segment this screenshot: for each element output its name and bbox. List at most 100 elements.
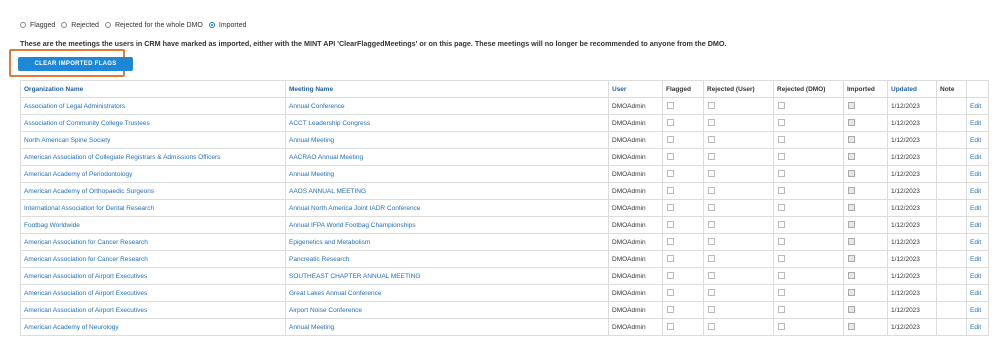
- flagged-checkbox[interactable]: [667, 187, 674, 195]
- meeting-link[interactable]: Annual Meeting: [289, 324, 334, 331]
- flagged-checkbox[interactable]: [667, 238, 674, 246]
- organization-link[interactable]: American Association of Airport Executiv…: [24, 307, 147, 314]
- imported-checkbox[interactable]: [848, 289, 855, 297]
- col-organization-name[interactable]: Organization Name: [20, 80, 286, 98]
- rejected-user-checkbox[interactable]: [708, 289, 715, 297]
- rejected-dmo-checkbox[interactable]: [778, 306, 785, 314]
- flagged-checkbox[interactable]: [667, 272, 674, 280]
- meeting-link[interactable]: Annual Conference: [289, 103, 345, 110]
- rejected-dmo-checkbox[interactable]: [778, 255, 785, 263]
- meeting-link[interactable]: Epigenetics and Metabolism: [289, 239, 370, 246]
- radio-flagged[interactable]: [20, 22, 26, 28]
- organization-link[interactable]: American Association of Airport Executiv…: [24, 290, 147, 297]
- rejected-user-checkbox[interactable]: [708, 221, 715, 229]
- organization-link[interactable]: International Association for Dental Res…: [24, 205, 154, 212]
- meeting-link[interactable]: SOUTHEAST CHAPTER ANNUAL MEETING: [289, 273, 420, 280]
- meeting-link[interactable]: Annual Meeting: [289, 171, 334, 178]
- meeting-link[interactable]: AAOS ANNUAL MEETING: [289, 188, 366, 195]
- imported-checkbox[interactable]: [848, 187, 855, 195]
- meeting-link[interactable]: ACCT Leadership Congress: [289, 120, 370, 127]
- flagged-checkbox[interactable]: [667, 119, 674, 127]
- organization-link[interactable]: Association of Community College Trustee…: [24, 120, 150, 127]
- radio-rejected-dmo[interactable]: [104, 22, 111, 28]
- organization-link[interactable]: American Academy of Periodontology: [24, 171, 132, 178]
- rejected-user-checkbox[interactable]: [708, 170, 715, 178]
- rejected-user-checkbox[interactable]: [708, 306, 715, 314]
- rejected-user-checkbox[interactable]: [708, 119, 715, 127]
- organization-link[interactable]: American Association of Airport Executiv…: [24, 273, 147, 280]
- rejected-dmo-checkbox[interactable]: [778, 238, 785, 246]
- edit-link[interactable]: Edit: [970, 120, 981, 127]
- meeting-link[interactable]: AACRAO Annual Meeting: [289, 154, 363, 161]
- rejected-user-checkbox[interactable]: [708, 238, 715, 246]
- flagged-checkbox[interactable]: [667, 102, 674, 110]
- radio-imported[interactable]: [208, 22, 215, 28]
- col-updated[interactable]: Updated: [887, 80, 937, 98]
- organization-link[interactable]: Footbag Worldwide: [24, 222, 80, 229]
- rejected-dmo-checkbox[interactable]: [778, 136, 785, 144]
- imported-checkbox[interactable]: [848, 153, 855, 161]
- filter-flagged[interactable]: Flagged: [20, 22, 55, 29]
- radio-rejected[interactable]: [61, 22, 68, 28]
- edit-link[interactable]: Edit: [970, 256, 981, 263]
- organization-link[interactable]: North American Spine Society: [24, 137, 110, 144]
- flagged-checkbox[interactable]: [667, 204, 674, 212]
- col-user[interactable]: User: [608, 80, 663, 98]
- edit-link[interactable]: Edit: [970, 324, 981, 331]
- filter-imported[interactable]: Imported: [208, 22, 247, 29]
- rejected-dmo-checkbox[interactable]: [778, 221, 785, 229]
- rejected-dmo-checkbox[interactable]: [778, 187, 785, 195]
- edit-link[interactable]: Edit: [970, 205, 981, 212]
- edit-link[interactable]: Edit: [970, 137, 981, 144]
- flagged-checkbox[interactable]: [667, 136, 674, 144]
- edit-link[interactable]: Edit: [970, 188, 981, 195]
- rejected-user-checkbox[interactable]: [708, 187, 715, 195]
- edit-link[interactable]: Edit: [970, 154, 981, 161]
- rejected-dmo-checkbox[interactable]: [778, 170, 785, 178]
- rejected-dmo-checkbox[interactable]: [778, 153, 785, 161]
- flagged-checkbox[interactable]: [667, 221, 674, 229]
- filter-rejected-dmo[interactable]: Rejected for the whole DMO: [104, 22, 203, 29]
- meeting-link[interactable]: Annual North America Joint IADR Conferen…: [289, 205, 421, 212]
- rejected-user-checkbox[interactable]: [708, 136, 715, 144]
- meeting-link[interactable]: Airport Noise Conference: [289, 307, 362, 314]
- col-meeting-name[interactable]: Meeting Name: [285, 80, 609, 98]
- organization-link[interactable]: American Association of Collegiate Regis…: [24, 154, 220, 161]
- organization-link[interactable]: American Association for Cancer Research: [24, 256, 148, 263]
- meeting-link[interactable]: Pancreatic Research: [289, 256, 349, 263]
- imported-checkbox[interactable]: [848, 306, 855, 314]
- edit-link[interactable]: Edit: [970, 103, 981, 110]
- imported-checkbox[interactable]: [848, 119, 855, 127]
- edit-link[interactable]: Edit: [970, 171, 981, 178]
- meeting-link[interactable]: Annual IFPA World Footbag Championships: [289, 222, 416, 229]
- flagged-checkbox[interactable]: [667, 170, 674, 178]
- imported-checkbox[interactable]: [848, 323, 855, 331]
- imported-checkbox[interactable]: [848, 238, 855, 246]
- rejected-user-checkbox[interactable]: [708, 102, 715, 110]
- rejected-user-checkbox[interactable]: [708, 204, 715, 212]
- organization-link[interactable]: American Academy of Orthopaedic Surgeons: [24, 188, 154, 195]
- rejected-dmo-checkbox[interactable]: [778, 272, 785, 280]
- edit-link[interactable]: Edit: [970, 290, 981, 297]
- filter-rejected[interactable]: Rejected: [61, 22, 99, 29]
- edit-link[interactable]: Edit: [970, 222, 981, 229]
- flagged-checkbox[interactable]: [667, 153, 674, 161]
- organization-link[interactable]: American Academy of Neurology: [24, 324, 119, 331]
- organization-link[interactable]: American Association for Cancer Research: [24, 239, 148, 246]
- flagged-checkbox[interactable]: [667, 289, 674, 297]
- edit-link[interactable]: Edit: [970, 239, 981, 246]
- imported-checkbox[interactable]: [848, 221, 855, 229]
- rejected-dmo-checkbox[interactable]: [778, 119, 785, 127]
- rejected-dmo-checkbox[interactable]: [778, 289, 785, 297]
- flagged-checkbox[interactable]: [667, 323, 674, 331]
- imported-checkbox[interactable]: [848, 272, 855, 280]
- imported-checkbox[interactable]: [848, 136, 855, 144]
- organization-link[interactable]: Association of Legal Administrators: [24, 103, 125, 110]
- imported-checkbox[interactable]: [848, 204, 855, 212]
- imported-checkbox[interactable]: [848, 255, 855, 263]
- rejected-dmo-checkbox[interactable]: [778, 102, 785, 110]
- imported-checkbox[interactable]: [848, 170, 855, 178]
- imported-checkbox[interactable]: [848, 102, 855, 110]
- rejected-user-checkbox[interactable]: [708, 255, 715, 263]
- meeting-link[interactable]: Annual Meeting: [289, 137, 334, 144]
